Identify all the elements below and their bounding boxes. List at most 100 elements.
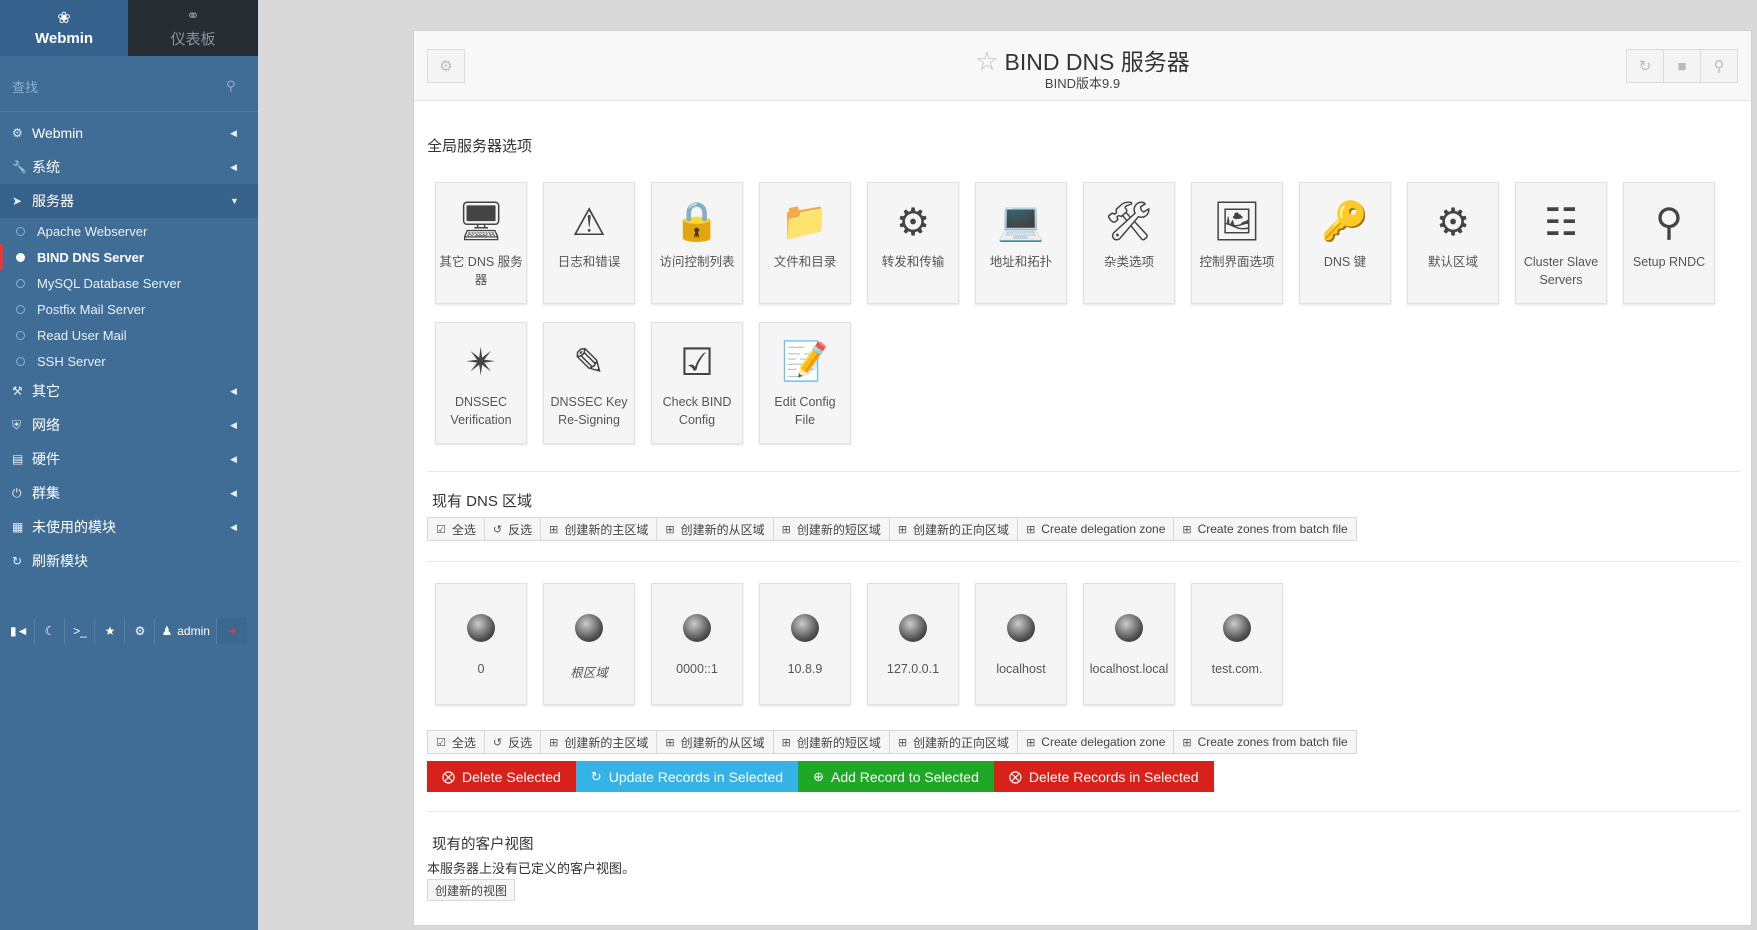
cog-icon: ⚙ [1435,201,1471,244]
zone-tile[interactable]: 根区域 [543,583,635,705]
night-mode-icon[interactable]: ☾ [35,618,66,644]
invert-selection-button[interactable]: ↺ 反选 [483,730,542,754]
globe-icon [1115,614,1143,642]
sidebar-item-label: Webmin [32,125,84,141]
tile-label: 控制界面选项 [1199,255,1275,269]
sidebar-item-others[interactable]: ⚒ 其它 ◀ [0,374,258,408]
submenu-item-apache[interactable]: Apache Webserver [0,218,258,244]
zones-toolbar-bottom: ☑ 全选 ↺ 反选 ⊞ 创建新的主区域 ⊞ 创建新的从区域 ⊞ 创建新的短区域 ⊞ 创建新的… [427,730,1357,754]
create-batch-zones-button[interactable]: ⊞ Create zones from batch file [1173,517,1357,541]
create-stub-zone-button[interactable]: ⊞ 创建新的短区域 [772,517,890,541]
hdd-icon: ▤ [12,452,24,466]
sidebar-item-network[interactable]: ⛨ 网络 ◀ [0,408,258,442]
create-master-zone-button[interactable]: ⊞ 创建新的主区域 [540,517,658,541]
control-panel-icon: 🖼 [1212,201,1262,243]
zone-tile[interactable]: 127.0.0.1 [867,583,959,705]
button-label: Update Records in Selected [608,768,784,785]
search-icon[interactable]: ⚲ [226,78,236,94]
circle-icon [16,304,25,314]
tile-files-dirs[interactable]: 📁 文件和目录 [759,182,851,304]
tile-other-dns-servers[interactable]: 🖥 其它 DNS 服务器 [435,182,527,304]
tile-acl[interactable]: 🔒 访问控制列表 [651,182,743,304]
sidebar-item-hardware[interactable]: ▤ 硬件 ◀ [0,442,258,476]
user-button[interactable]: ♟ admin [155,618,217,644]
create-master-zone-button[interactable]: ⊞ 创建新的主区域 [540,730,658,754]
plus-square-icon: ⊞ [781,523,791,536]
tile-label: 访问控制列表 [659,255,735,269]
check-config-icon: ☑ [679,341,715,384]
plus-square-icon: ⊞ [1182,523,1192,536]
search-input[interactable] [12,76,222,98]
submenu-item-ssh[interactable]: SSH Server [0,348,258,374]
create-delegation-zone-button[interactable]: ⊞ Create delegation zone [1017,730,1175,754]
create-slave-zone-button[interactable]: ⊞ 创建新的从区域 [656,517,774,541]
submenu-item-read-mail[interactable]: Read User Mail [0,322,258,348]
server-icon: 🖥 [456,201,506,243]
tile-addresses[interactable]: 💻 地址和拓扑 [975,182,1067,304]
create-slave-zone-button[interactable]: ⊞ 创建新的从区域 [656,730,774,754]
invert-icon: ↺ [492,523,503,536]
cogs-icon[interactable]: ⚙ [125,618,156,644]
sidebar-item-servers[interactable]: ➤ 服务器 ▼ [0,184,258,218]
sidebar-item-system[interactable]: 🔧 系统 ◀ [0,150,258,184]
add-record-button[interactable]: ⊕ Add Record to Selected [798,761,994,792]
tab-webmin[interactable]: ❀ Webmin [0,0,128,56]
select-all-button[interactable]: ☑ 全选 [427,517,485,541]
tile-check-config[interactable]: ☑ Check BIND Config [651,322,743,444]
button-label: Add Record to Selected [830,768,979,785]
tile-control-interface[interactable]: 🖼 控制界面选项 [1191,182,1283,304]
update-records-button[interactable]: ↻ Update Records in Selected [575,761,799,792]
terminal-icon[interactable]: >_ [65,618,96,644]
refresh-button[interactable]: ↻ [1626,49,1664,83]
tile-default-zones[interactable]: ⚙ 默认区域 [1407,182,1499,304]
logout-icon[interactable]: ➜ [216,618,247,644]
tile-forwarding[interactable]: ⚙ 转发和传输 [867,182,959,304]
tile-edit-config[interactable]: 📝 Edit Config File [759,322,851,444]
sidebar-item-unused-modules[interactable]: ▦ 未使用的模块 ◀ [0,510,258,544]
zone-tile[interactable]: test.com. [1191,583,1283,705]
zones-toolbar-top: ☑ 全选 ↺ 反选 ⊞ 创建新的主区域 ⊞ 创建新的从区域 ⊞ 创建新的短区域 ⊞ 创建新的… [427,517,1357,541]
submenu-item-postfix[interactable]: Postfix Mail Server [0,296,258,322]
zone-tile[interactable]: 10.8.9 [759,583,851,705]
submenu-item-bind[interactable]: BIND DNS Server [0,244,258,270]
create-forward-zone-button[interactable]: ⊞ 创建新的正向区域 [888,730,1019,754]
create-batch-zones-button[interactable]: ⊞ Create zones from batch file [1173,730,1357,754]
create-forward-zone-button[interactable]: ⊞ 创建新的正向区域 [888,517,1019,541]
select-all-button[interactable]: ☑ 全选 [427,730,485,754]
tile-dnssec-verification[interactable]: ✴ DNSSEC Verification [435,322,527,444]
sidebar-item-webmin[interactable]: ⚙ Webmin ◀ [0,116,258,150]
folder-icon: 📁 [781,201,829,243]
zone-tile[interactable]: 0 [435,583,527,705]
tile-label: DNS 键 [1323,255,1367,269]
tile-dns-keys[interactable]: 🔑 DNS 键 [1299,182,1391,304]
submenu-item-mysql[interactable]: MySQL Database Server [0,270,258,296]
create-view-button[interactable]: 创建新的视图 [427,879,516,901]
zone-label: 10.8.9 [787,662,823,676]
star-icon[interactable]: ☆ [975,46,998,76]
invert-selection-button[interactable]: ↺ 反选 [483,517,542,541]
tab-dashboard[interactable]: ⚭ 仪表板 [128,0,258,56]
star-icon[interactable]: ★ [95,618,126,644]
tile-misc[interactable]: 🛠 杂类选项 [1083,182,1175,304]
tile-label: 地址和拓扑 [989,255,1053,269]
create-delegation-zone-button[interactable]: ⊞ Create delegation zone [1017,517,1175,541]
tile-cluster-slaves[interactable]: ☷ Cluster Slave Servers [1515,182,1607,304]
tile-label: 文件和目录 [773,255,837,269]
zone-tile[interactable]: localhost [975,583,1067,705]
create-stub-zone-button[interactable]: ⊞ 创建新的短区域 [772,730,890,754]
circle-icon [16,278,25,288]
delete-records-button[interactable]: ⨂ Delete Records in Selected [993,761,1214,792]
zone-tile[interactable]: localhost.local [1083,583,1175,705]
tile-setup-rndc[interactable]: ⚲ Setup RNDC [1623,182,1715,304]
stop-button[interactable]: ■ [1663,49,1701,83]
sidebar-tabs: ❀ Webmin ⚭ 仪表板 [0,0,258,56]
delete-selected-button[interactable]: ⨂ Delete Selected [427,761,576,792]
tile-dnssec-resign[interactable]: ✎ DNSSEC Key Re-Signing [543,322,635,444]
sidebar-item-cluster[interactable]: ⏻ 群集 ◀ [0,476,258,510]
search-button[interactable]: ⚲ [1700,49,1738,83]
toggle-sidebar-icon[interactable]: ▮◄ [4,618,36,644]
tile-logging[interactable]: ⚠ 日志和错误 [543,182,635,304]
zone-tile[interactable]: 0000::1 [651,583,743,705]
sidebar-menu: ⚙ Webmin ◀ 🔧 系统 ◀ ➤ 服务器 ▼ [0,116,258,218]
sidebar-item-refresh-modules[interactable]: ↻ 刷新模块 [0,544,258,578]
